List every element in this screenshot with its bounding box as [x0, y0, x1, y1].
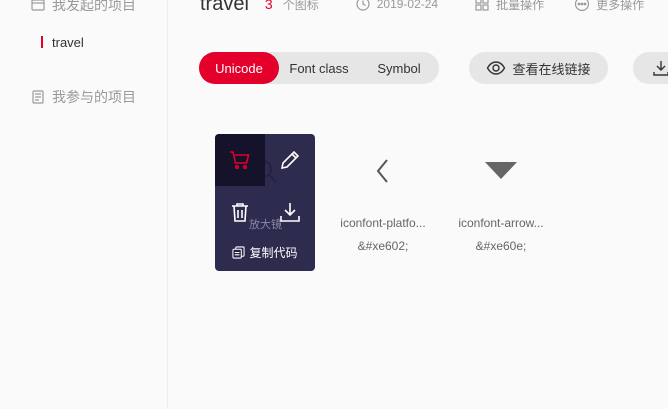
sidebar-joined-label: 我参与的项目 [52, 89, 136, 105]
clock-icon [356, 0, 370, 11]
chevron-left-icon [333, 152, 433, 190]
copy-code-label: 复制代码 [249, 246, 298, 260]
batch-action-button[interactable]: 批量操作 [474, 0, 544, 13]
icon-hover-overlay: 放大镜 复制代码 [215, 134, 315, 271]
icon-name: iconfont-arrow... [458, 216, 544, 230]
tab-font-class[interactable]: Font class [279, 52, 359, 84]
add-to-cart-button[interactable] [215, 134, 265, 186]
eye-icon [487, 61, 506, 75]
download-button[interactable] [633, 52, 668, 84]
cart-icon [230, 151, 250, 170]
code-type-tabs: Unicode Font class Symbol [199, 52, 439, 84]
icon-code: &#xe602; [357, 239, 409, 253]
tab-unicode[interactable]: Unicode [199, 52, 279, 84]
icon-card[interactable]: iconfont-platfo... &#xe602; [333, 134, 433, 271]
icon-count: 3 [264, 0, 273, 12]
view-online-link-button[interactable]: 查看在线链接 [469, 52, 608, 84]
more-icon [575, 0, 590, 12]
sidebar-item-label: travel [52, 34, 84, 50]
icon-count-label: 个图标 [282, 0, 319, 12]
active-indicator [41, 36, 43, 48]
download-icon [653, 61, 668, 76]
date-info: 2019-02-24 [355, 0, 438, 12]
folder-icon [31, 0, 45, 11]
copy-code-button[interactable]: 复制代码 [215, 244, 315, 261]
grid-icon [475, 0, 489, 11]
more-action-label: 更多操作 [596, 0, 645, 12]
sidebar-joined-projects[interactable]: 我参与的项目 [30, 87, 136, 107]
trash-icon [232, 203, 248, 222]
view-online-link-label: 查看在线链接 [512, 61, 591, 77]
pencil-icon [280, 150, 300, 170]
caret-down-icon [451, 152, 551, 190]
sidebar-created-projects[interactable]: 我发起的项目 [30, 0, 136, 15]
icon-code: &#xe60e; [475, 239, 527, 253]
delete-icon-button[interactable] [215, 186, 265, 238]
sidebar-created-label: 我发起的项目 [52, 0, 136, 13]
batch-action-label: 批量操作 [496, 0, 545, 12]
more-action-button[interactable]: 更多操作 [574, 0, 644, 13]
download-icon [280, 203, 300, 222]
edit-icon-button[interactable] [265, 134, 315, 186]
sidebar: 我发起的项目 travel 我参与的项目 [0, 0, 168, 409]
project-header: travel 3 个图标 2019-02-24 批量操作 更多操作 [200, 0, 644, 16]
date-text: 2019-02-24 [376, 0, 439, 11]
document-icon [32, 90, 44, 104]
tab-symbol[interactable]: Symbol [359, 52, 439, 84]
icon-card[interactable]: iconfont-arrow... &#xe60e; [451, 134, 551, 271]
page-title: travel [200, 0, 249, 15]
copy-icon [232, 246, 246, 259]
sidebar-item-travel[interactable]: travel [41, 33, 84, 51]
icon-name: iconfont-platfo... [340, 216, 426, 230]
download-icon-button[interactable] [265, 186, 315, 238]
